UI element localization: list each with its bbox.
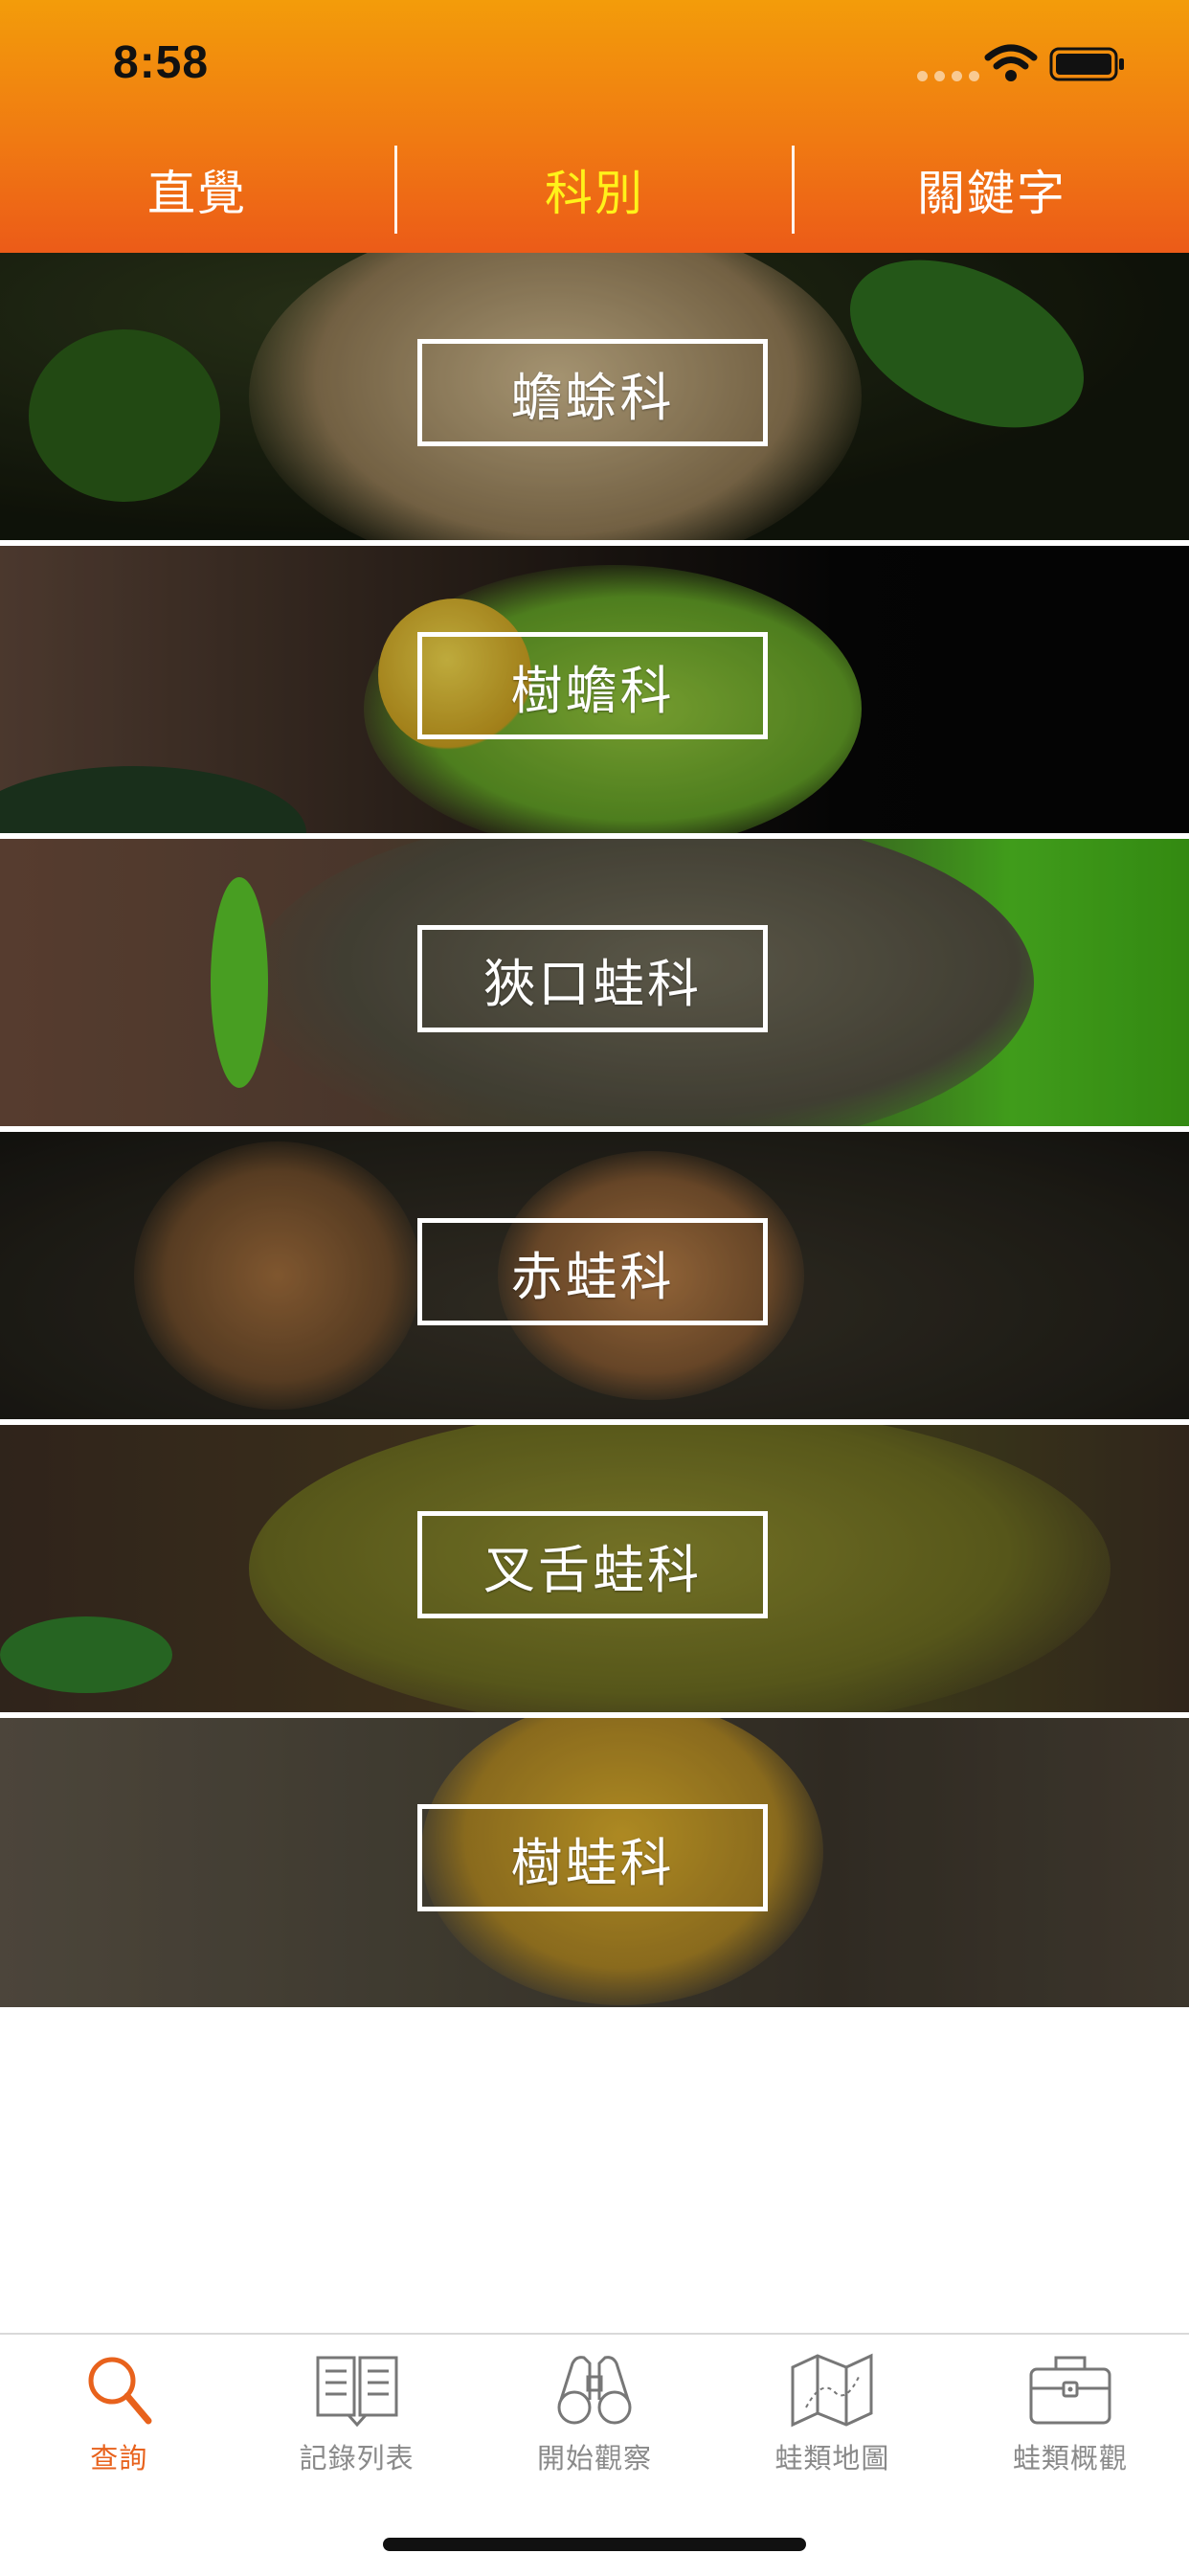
segment-control: 直覺 科別 關鍵字 — [0, 144, 1189, 236]
family-row-hylidae[interactable]: 樹蟾科 — [0, 546, 1189, 839]
tab-overview[interactable]: 蛙類概觀 — [952, 2335, 1189, 2488]
home-indicator — [383, 2538, 806, 2551]
segment-family[interactable]: 科別 — [397, 144, 792, 236]
search-icon — [88, 2357, 152, 2425]
bottom-tab-bar: 查詢 記錄列表 開始觀察 蛙類地圖 蛙類概觀 — [0, 2333, 1189, 2576]
header-bar: 8:58 直覺 科別 關鍵字 — [0, 0, 1189, 253]
tab-records[interactable]: 記錄列表 — [237, 2335, 475, 2488]
family-label: 叉舌蛙科 — [417, 1511, 768, 1618]
tab-label: 開始觀察 — [537, 2442, 653, 2474]
wifi-icon — [984, 44, 1038, 81]
family-row-rhacophoridae[interactable]: 樹蛙科 — [0, 1718, 1189, 2007]
tab-label: 蛙類概觀 — [1012, 2442, 1128, 2474]
family-list: 蟾蜍科 樹蟾科 狹口蛙科 赤蛙科 叉舌蛙科 樹蛙科 — [0, 253, 1189, 2007]
segment-keyword[interactable]: 關鍵字 — [795, 144, 1189, 236]
family-row-dicroglossidae[interactable]: 叉舌蛙科 — [0, 1425, 1189, 1718]
tab-label: 查詢 — [90, 2442, 148, 2474]
tab-search[interactable]: 查詢 — [0, 2335, 237, 2488]
battery-icon — [1049, 47, 1124, 81]
tab-map[interactable]: 蛙類地圖 — [713, 2335, 951, 2488]
family-label: 蟾蜍科 — [417, 339, 768, 446]
family-label: 赤蛙科 — [417, 1218, 768, 1325]
tab-label: 蛙類地圖 — [774, 2442, 890, 2474]
family-row-bufonidae[interactable]: 蟾蜍科 — [0, 253, 1189, 546]
signal-icon — [917, 71, 979, 81]
binoculars-icon — [557, 2356, 632, 2425]
family-label: 樹蛙科 — [417, 1804, 768, 1911]
segment-intuitive[interactable]: 直覺 — [0, 144, 394, 236]
family-label: 樹蟾科 — [417, 632, 768, 739]
tab-label: 記錄列表 — [299, 2442, 415, 2474]
tab-observe[interactable]: 開始觀察 — [476, 2335, 713, 2488]
map-icon — [791, 2353, 873, 2428]
family-row-microhylidae[interactable]: 狹口蛙科 — [0, 839, 1189, 1132]
family-row-ranidae[interactable]: 赤蛙科 — [0, 1132, 1189, 1425]
status-time: 8:58 — [113, 37, 210, 88]
family-label: 狹口蛙科 — [417, 925, 768, 1032]
book-icon — [316, 2356, 398, 2428]
toolbox-icon — [1029, 2356, 1111, 2425]
